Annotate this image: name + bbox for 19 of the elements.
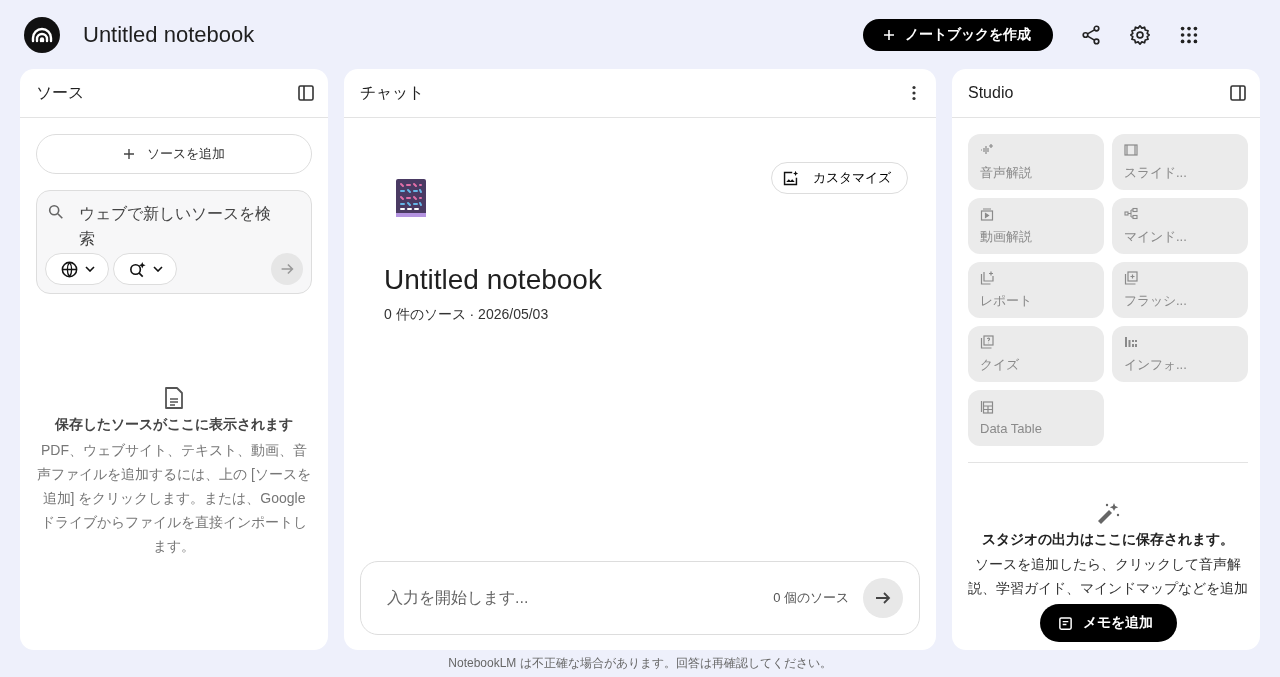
notebook-title: Untitled notebook <box>83 21 255 48</box>
add-source-button[interactable]: ソースを追加 <box>36 134 312 174</box>
create-notebook-button[interactable]: ノートブックを作成 <box>863 18 1053 51</box>
chat-input-field[interactable]: 入力を開始します... <box>385 588 760 608</box>
disclaimer-text: NotebookLM は不正確な場合があります。回答は再確認してください。 <box>447 655 833 672</box>
customize-button[interactable]: カスタマイズ <box>771 162 908 194</box>
notebook-meta: 0 件のソース · 2026/05/03 <box>384 306 550 324</box>
notebook-heading: Untitled notebook <box>384 264 603 296</box>
add-note-button[interactable]: メモを追加 <box>1039 604 1177 642</box>
panel-title: ソース <box>36 82 84 103</box>
source-count: 0 個のソース <box>773 589 849 607</box>
panel-title: チャット <box>360 82 424 103</box>
web-search-box[interactable]: ウェブで新しいソースを検索 <box>36 190 312 294</box>
search-field[interactable]: ウェブで新しいソースを検索 <box>79 201 279 251</box>
panel-title: Studio <box>968 84 1014 102</box>
empty-state-title: 保存したソースがここに表示されます <box>55 416 293 434</box>
studio-empty-title: スタジオの出力はここに保存されます。 <box>982 531 1234 549</box>
studio-empty-text: ソースを追加したら、クリックして音声解説、学習ガイド、マインドマップなどを追加 <box>967 555 1249 598</box>
empty-state-text: PDF、ウェブサイト、テキスト、動画、音声ファイルを追加するには、上の [ソースを追加] をクリックします。または、Google ドライブからファイルを直接インポートします。 <box>36 441 312 556</box>
